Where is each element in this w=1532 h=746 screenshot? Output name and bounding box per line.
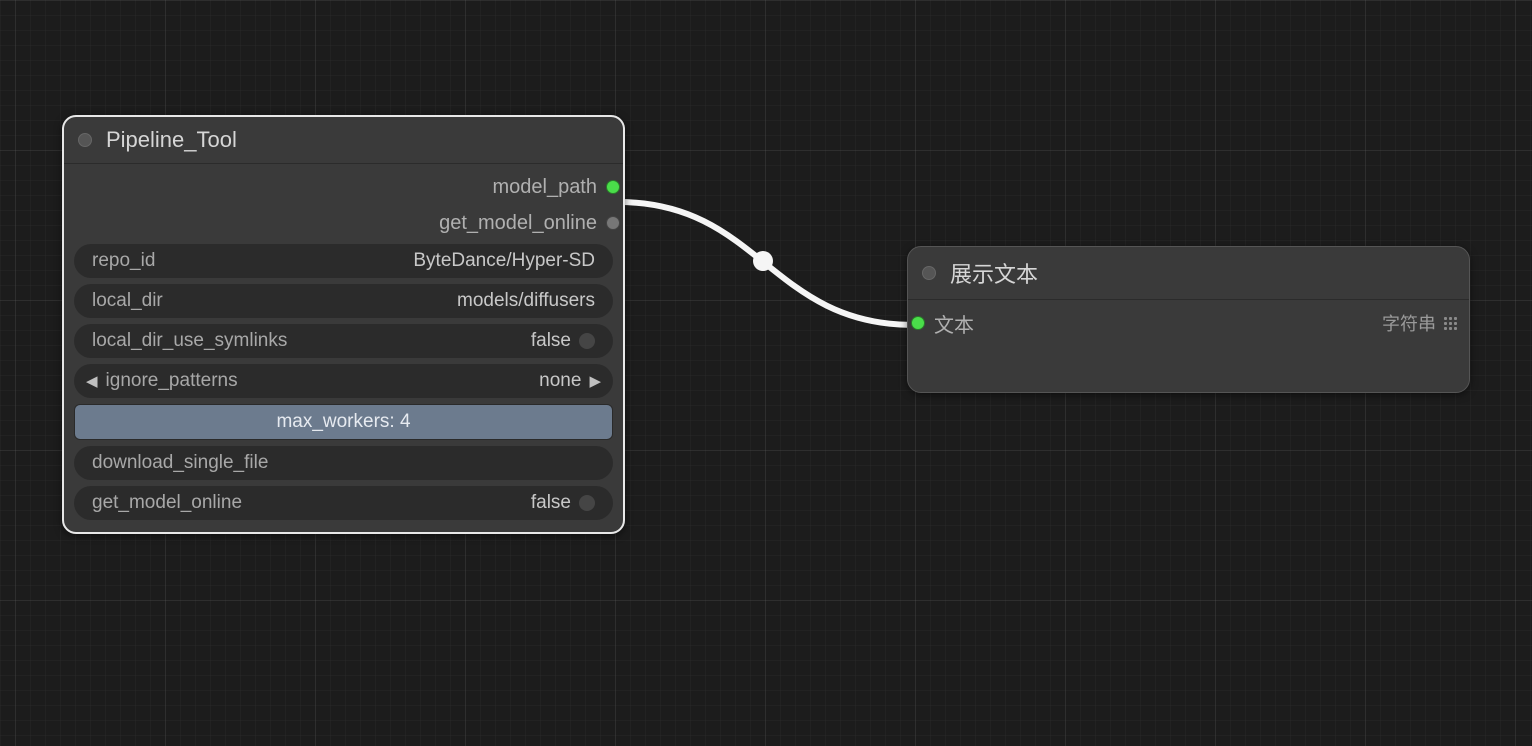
widget-local-dir[interactable]: local_dir models/diffusers bbox=[74, 284, 613, 318]
toggle-knob-icon[interactable] bbox=[579, 495, 595, 511]
node-title: 展示文本 bbox=[950, 257, 1038, 289]
widget-value: false bbox=[531, 330, 571, 352]
node-title: Pipeline_Tool bbox=[106, 127, 237, 153]
widget-get-model-online[interactable]: get_model_online false bbox=[74, 486, 613, 520]
output-label: model_path bbox=[492, 176, 597, 199]
widget-value: false bbox=[531, 492, 571, 514]
widget-label: local_dir bbox=[92, 290, 457, 312]
widget-label: repo_id bbox=[92, 250, 413, 272]
grip-icon[interactable] bbox=[1444, 317, 1457, 330]
widget-repo-id[interactable]: repo_id ByteDance/Hyper-SD bbox=[74, 244, 613, 278]
widget-label: download_single_file bbox=[92, 452, 595, 474]
node-body: model_path get_model_online repo_id Byte… bbox=[64, 164, 623, 532]
widget-ignore-patterns[interactable]: ◀ ignore_patterns none ▶ bbox=[74, 364, 613, 398]
widget-label: local_dir_use_symlinks bbox=[92, 330, 531, 352]
node-content-area bbox=[918, 344, 1459, 380]
input-port-text[interactable]: 文本 字符串 bbox=[918, 308, 1459, 338]
port-dot-icon[interactable] bbox=[606, 216, 620, 230]
input-label: 文本 bbox=[934, 309, 1382, 338]
widget-local-dir-use-symlinks[interactable]: local_dir_use_symlinks false bbox=[74, 324, 613, 358]
output-port-get-model-online[interactable]: get_model_online bbox=[74, 208, 613, 238]
output-label: get_model_online bbox=[439, 212, 597, 235]
widget-value: models/diffusers bbox=[457, 290, 595, 312]
widget-download-single-file[interactable]: download_single_file bbox=[74, 446, 613, 480]
output-type: 字符串 bbox=[1382, 310, 1436, 336]
widget-label: get_model_online bbox=[92, 492, 531, 514]
toggle-knob-icon[interactable] bbox=[579, 333, 595, 349]
widget-value: none bbox=[539, 370, 581, 392]
output-port-model-path[interactable]: model_path bbox=[74, 172, 613, 202]
node-body: 文本 字符串 bbox=[908, 300, 1469, 392]
node-pipeline-tool[interactable]: Pipeline_Tool model_path get_model_onlin… bbox=[62, 115, 625, 534]
collapse-dot-icon[interactable] bbox=[922, 266, 936, 280]
collapse-dot-icon[interactable] bbox=[78, 133, 92, 147]
port-dot-icon[interactable] bbox=[606, 180, 620, 194]
node-show-text[interactable]: 展示文本 文本 字符串 bbox=[907, 246, 1470, 393]
chevron-left-icon[interactable]: ◀ bbox=[86, 372, 98, 390]
node-title-bar[interactable]: Pipeline_Tool bbox=[64, 117, 623, 164]
chevron-right-icon[interactable]: ▶ bbox=[589, 372, 601, 390]
node-title-bar[interactable]: 展示文本 bbox=[908, 247, 1469, 300]
widget-label: ignore_patterns bbox=[106, 370, 532, 392]
port-dot-icon[interactable] bbox=[911, 316, 925, 330]
widget-value: max_workers: 4 bbox=[276, 411, 410, 433]
widget-value: ByteDance/Hyper-SD bbox=[413, 250, 595, 272]
widget-max-workers[interactable]: max_workers: 4 bbox=[74, 404, 613, 440]
